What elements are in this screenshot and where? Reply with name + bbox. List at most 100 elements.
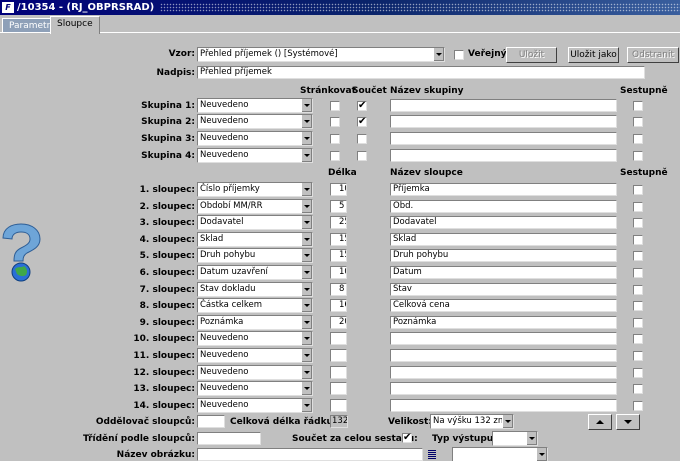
column-sestupne-checkbox[interactable] — [633, 235, 643, 245]
ulozit-jako-button[interactable]: Uložit jako — [568, 47, 619, 63]
chevron-down-icon[interactable] — [502, 415, 513, 428]
column-select[interactable]: Datum uzavření — [197, 265, 313, 280]
chevron-down-icon[interactable] — [301, 316, 312, 329]
chevron-down-icon[interactable] — [301, 132, 312, 145]
column-delka-input[interactable] — [330, 366, 347, 379]
column-delka-input[interactable]: 15 — [330, 233, 347, 246]
column-delka-input[interactable] — [330, 332, 347, 345]
chevron-down-icon[interactable] — [301, 266, 312, 279]
nazev-obrazku-input[interactable] — [197, 448, 423, 461]
group-strankovat-checkbox[interactable] — [330, 101, 340, 111]
column-name-input[interactable] — [390, 399, 617, 412]
column-sestupne-checkbox[interactable] — [633, 351, 643, 361]
group-soucet-checkbox[interactable] — [357, 134, 367, 144]
tab-sloupce[interactable]: Sloupce — [50, 16, 100, 34]
column-name-input[interactable] — [390, 382, 617, 395]
chevron-down-icon[interactable] — [301, 115, 312, 128]
obrazek-select[interactable] — [452, 447, 548, 461]
group-select[interactable]: Neuvedeno — [197, 131, 313, 146]
oddelovac-input[interactable] — [197, 415, 225, 428]
group-soucet-checkbox[interactable] — [357, 151, 367, 161]
typ-vystupu-select[interactable] — [492, 431, 538, 446]
column-select[interactable]: Neuvedeno — [197, 365, 313, 380]
column-select[interactable]: Stav dokladu — [197, 282, 313, 297]
column-delka-input[interactable]: 10 — [330, 183, 347, 196]
group-strankovat-checkbox[interactable] — [330, 117, 340, 127]
chevron-down-icon[interactable] — [301, 332, 312, 345]
group-sestupne-checkbox[interactable] — [633, 134, 643, 144]
group-strankovat-checkbox[interactable] — [330, 151, 340, 161]
column-select[interactable]: Neuvedeno — [197, 381, 313, 396]
chevron-down-icon[interactable] — [301, 99, 312, 112]
column-select[interactable]: Sklad — [197, 232, 313, 247]
column-select[interactable]: Poznámka — [197, 315, 313, 330]
chevron-down-icon[interactable] — [301, 216, 312, 229]
chevron-down-icon[interactable] — [301, 299, 312, 312]
column-sestupne-checkbox[interactable] — [633, 318, 643, 328]
column-sestupne-checkbox[interactable] — [633, 185, 643, 195]
column-select[interactable]: Neuvedeno — [197, 398, 313, 413]
column-delka-input[interactable]: 16 — [330, 299, 347, 312]
group-sestupne-checkbox[interactable] — [633, 117, 643, 127]
chevron-down-icon[interactable] — [301, 200, 312, 213]
trideni-input[interactable] — [197, 432, 261, 445]
chevron-down-icon[interactable] — [301, 233, 312, 246]
group-name-input[interactable] — [390, 99, 617, 112]
column-sestupne-checkbox[interactable] — [633, 218, 643, 228]
verejny-checkbox[interactable] — [454, 50, 464, 60]
column-delka-input[interactable]: 20 — [330, 316, 347, 329]
group-select[interactable]: Neuvedeno — [197, 148, 313, 163]
column-name-input[interactable]: Sklad — [390, 233, 617, 246]
nadpis-input[interactable]: Přehled příjemek — [197, 66, 645, 79]
column-select[interactable]: Částka celkem — [197, 298, 313, 313]
velikost-select[interactable]: Na výšku 132 zn. — [430, 414, 514, 429]
column-name-input[interactable] — [390, 332, 617, 345]
column-select[interactable]: Neuvedeno — [197, 331, 313, 346]
chevron-down-icon[interactable] — [301, 366, 312, 379]
column-sestupne-checkbox[interactable] — [633, 268, 643, 278]
column-delka-input[interactable] — [330, 399, 347, 412]
column-name-input[interactable] — [390, 349, 617, 362]
group-soucet-checkbox[interactable]: ✔ — [357, 101, 367, 111]
column-delka-input[interactable] — [330, 382, 347, 395]
list-icon[interactable] — [428, 450, 436, 459]
group-select[interactable]: Neuvedeno — [197, 114, 313, 129]
chevron-down-icon[interactable] — [301, 382, 312, 395]
column-name-input[interactable]: Stav — [390, 283, 617, 296]
column-select[interactable]: Období MM/RR — [197, 199, 313, 214]
chevron-down-icon[interactable] — [301, 399, 312, 412]
column-select[interactable]: Číslo příjemky — [197, 182, 313, 197]
chevron-down-icon[interactable] — [536, 448, 547, 461]
column-name-input[interactable]: Celková cena — [390, 299, 617, 312]
column-delka-input[interactable]: 25 — [330, 216, 347, 229]
soucet-celou-checkbox[interactable]: ✔ — [402, 433, 412, 443]
column-sestupne-checkbox[interactable] — [633, 251, 643, 261]
chevron-down-icon[interactable] — [301, 249, 312, 262]
ulozit-button[interactable]: Uložit — [506, 47, 557, 63]
vzor-select[interactable]: Přehled příjemek () [Systémové] — [197, 47, 445, 62]
group-strankovat-checkbox[interactable] — [330, 134, 340, 144]
column-delka-input[interactable]: 5 — [330, 200, 347, 213]
group-sestupne-checkbox[interactable] — [633, 151, 643, 161]
column-name-input[interactable]: Datum — [390, 266, 617, 279]
chevron-down-icon[interactable] — [301, 283, 312, 296]
column-sestupne-checkbox[interactable] — [633, 301, 643, 311]
group-sestupne-checkbox[interactable] — [633, 101, 643, 111]
column-sestupne-checkbox[interactable] — [633, 384, 643, 394]
arrow-up-icon[interactable] — [588, 414, 612, 430]
help-question-globe-icon[interactable] — [0, 222, 42, 284]
column-sestupne-checkbox[interactable] — [633, 401, 643, 411]
column-sestupne-checkbox[interactable] — [633, 368, 643, 378]
column-select[interactable]: Druh pohybu — [197, 248, 313, 263]
column-name-input[interactable] — [390, 366, 617, 379]
chevron-down-icon[interactable] — [301, 349, 312, 362]
column-delka-input[interactable]: 8 — [330, 283, 347, 296]
column-sestupne-checkbox[interactable] — [633, 334, 643, 344]
column-select[interactable]: Dodavatel — [197, 215, 313, 230]
group-select[interactable]: Neuvedeno — [197, 98, 313, 113]
column-sestupne-checkbox[interactable] — [633, 202, 643, 212]
column-name-input[interactable]: Poznámka — [390, 316, 617, 329]
odstranit-button[interactable]: Odstranit — [627, 47, 679, 63]
chevron-down-icon[interactable] — [301, 149, 312, 162]
column-delka-input[interactable]: 10 — [330, 266, 347, 279]
